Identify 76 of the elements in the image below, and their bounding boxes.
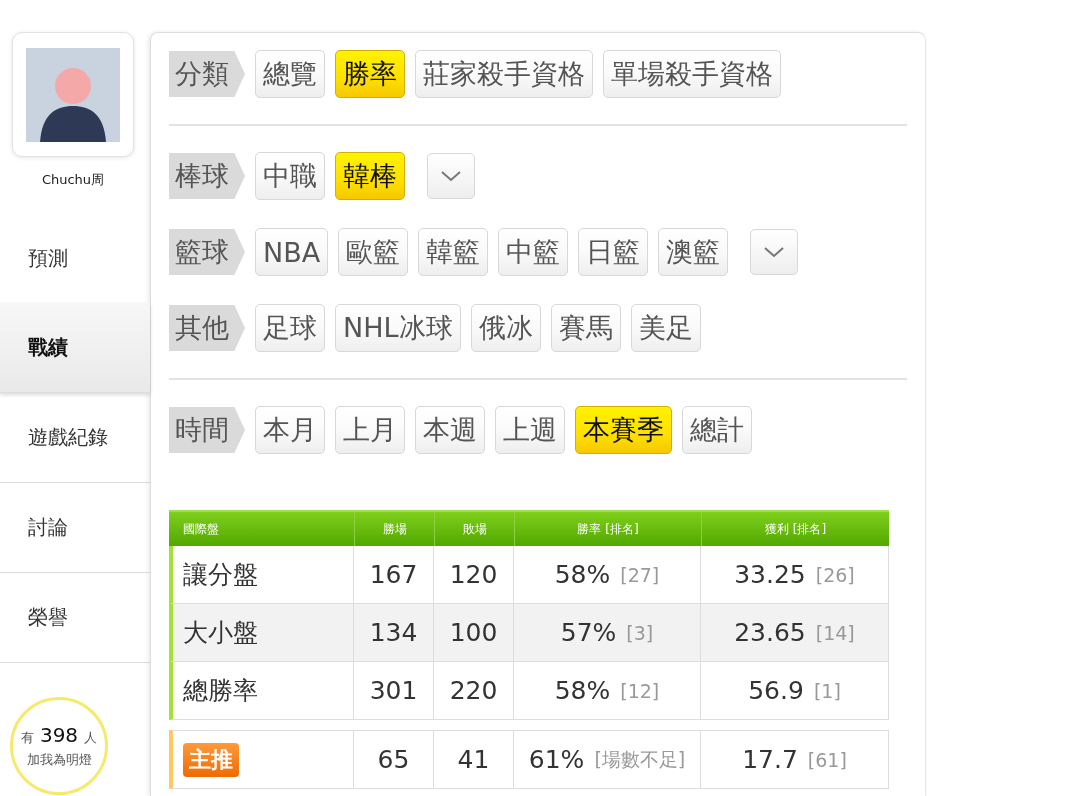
table-cell: 65 (354, 731, 434, 788)
fans-prefix: 有 (20, 729, 34, 747)
column-header: 勝率 [排名] (514, 512, 701, 546)
filter-button[interactable]: 俄冰 (470, 304, 541, 352)
column-header: 獲利 [排名] (701, 512, 889, 546)
filter-button[interactable]: 日籃 (578, 228, 649, 276)
filter-button[interactable]: 韓棒 (335, 152, 405, 200)
dropdown-button[interactable] (427, 153, 475, 199)
filter-button[interactable]: 賽馬 (550, 304, 621, 352)
filter-label: 棒球 (169, 153, 245, 199)
rank-value: [12] (620, 679, 660, 702)
profit-value: 56.9 (748, 676, 804, 705)
sidebar-item[interactable]: 戰績 (0, 303, 150, 393)
column-header: 敗場 (434, 512, 514, 546)
rank-value: [61] (807, 748, 847, 771)
column-header: 勝場 (354, 512, 434, 546)
fans-suffix: 人 (84, 729, 98, 747)
rank-value: [場數不足] (594, 746, 686, 772)
table-cell: 301 (354, 662, 434, 719)
row-label: 讓分盤 (183, 559, 258, 591)
table-cell: 134 (354, 604, 434, 661)
rank-value: [1] (813, 679, 841, 702)
filter-button[interactable]: 上週 (495, 406, 565, 454)
filter-label: 分類 (169, 51, 245, 97)
table-cell: 167 (354, 546, 434, 603)
rank-value: [14] (815, 621, 855, 644)
filter-button[interactable]: 總覽 (255, 50, 325, 98)
sidebar-item[interactable]: 討論 (0, 483, 150, 573)
profit-value: 17.7 (742, 745, 798, 774)
rank-value: [26] (815, 563, 855, 586)
chevron-down-icon (440, 170, 462, 182)
filter-button[interactable]: 本週 (415, 406, 485, 454)
rate-value: 58% (554, 676, 611, 705)
profit-value: 23.65 (734, 618, 806, 647)
row-label: 大小盤 (183, 617, 258, 649)
filter-button[interactable]: 單場殺手資格 (603, 50, 781, 98)
table-cell: 100 (434, 604, 514, 661)
table-cell: 41 (434, 731, 514, 788)
table-cell: 120 (434, 546, 514, 603)
dropdown-button[interactable] (750, 229, 799, 275)
rate-value: 57% (560, 618, 617, 647)
filter-label: 其他 (169, 305, 245, 351)
filter-button[interactable]: 總計 (682, 406, 752, 454)
rate-value: 61% (528, 745, 585, 774)
featured-tag: 主推 (183, 742, 239, 777)
fans-caption: 加我為明燈 (26, 751, 92, 769)
sidebar-item[interactable]: 遊戲紀錄 (0, 393, 150, 483)
filter-button[interactable]: 足球 (255, 304, 325, 352)
filter-button[interactable]: 勝率 (335, 50, 405, 98)
rank-value: [3] (626, 621, 654, 644)
filter-label: 時間 (169, 407, 245, 453)
sidebar-item[interactable]: 預測 (0, 214, 150, 303)
filter-button[interactable]: NHL冰球 (335, 304, 461, 352)
rank-value: [27] (620, 563, 660, 586)
sidebar-item[interactable]: 榮譽 (0, 573, 150, 663)
chevron-down-icon (763, 246, 786, 258)
filter-button[interactable]: 莊家殺手資格 (415, 50, 593, 98)
table-cell: 220 (434, 662, 514, 719)
filter-button[interactable]: 韓籃 (418, 228, 489, 276)
profit-value: 33.25 (734, 560, 806, 589)
filter-button[interactable]: 美足 (630, 304, 701, 352)
avatar-icon (26, 47, 120, 142)
fans-count: 398 (39, 723, 79, 747)
user-name: Chuchu周 (40, 171, 106, 189)
rate-value: 58% (554, 560, 611, 589)
filter-button[interactable]: 本月 (255, 406, 325, 454)
filter-button[interactable]: 本賽季 (575, 406, 672, 454)
filter-button[interactable]: 中籃 (498, 228, 569, 276)
filter-label: 籃球 (169, 229, 245, 275)
filter-button[interactable]: 澳籃 (658, 228, 729, 276)
filter-button[interactable]: 歐籃 (338, 228, 409, 276)
filter-button[interactable]: NBA (255, 228, 329, 276)
filter-button[interactable]: 中職 (255, 152, 325, 200)
row-label: 總勝率 (183, 675, 258, 707)
filter-button[interactable]: 上月 (335, 406, 405, 454)
column-header: 國際盤 (182, 520, 220, 538)
